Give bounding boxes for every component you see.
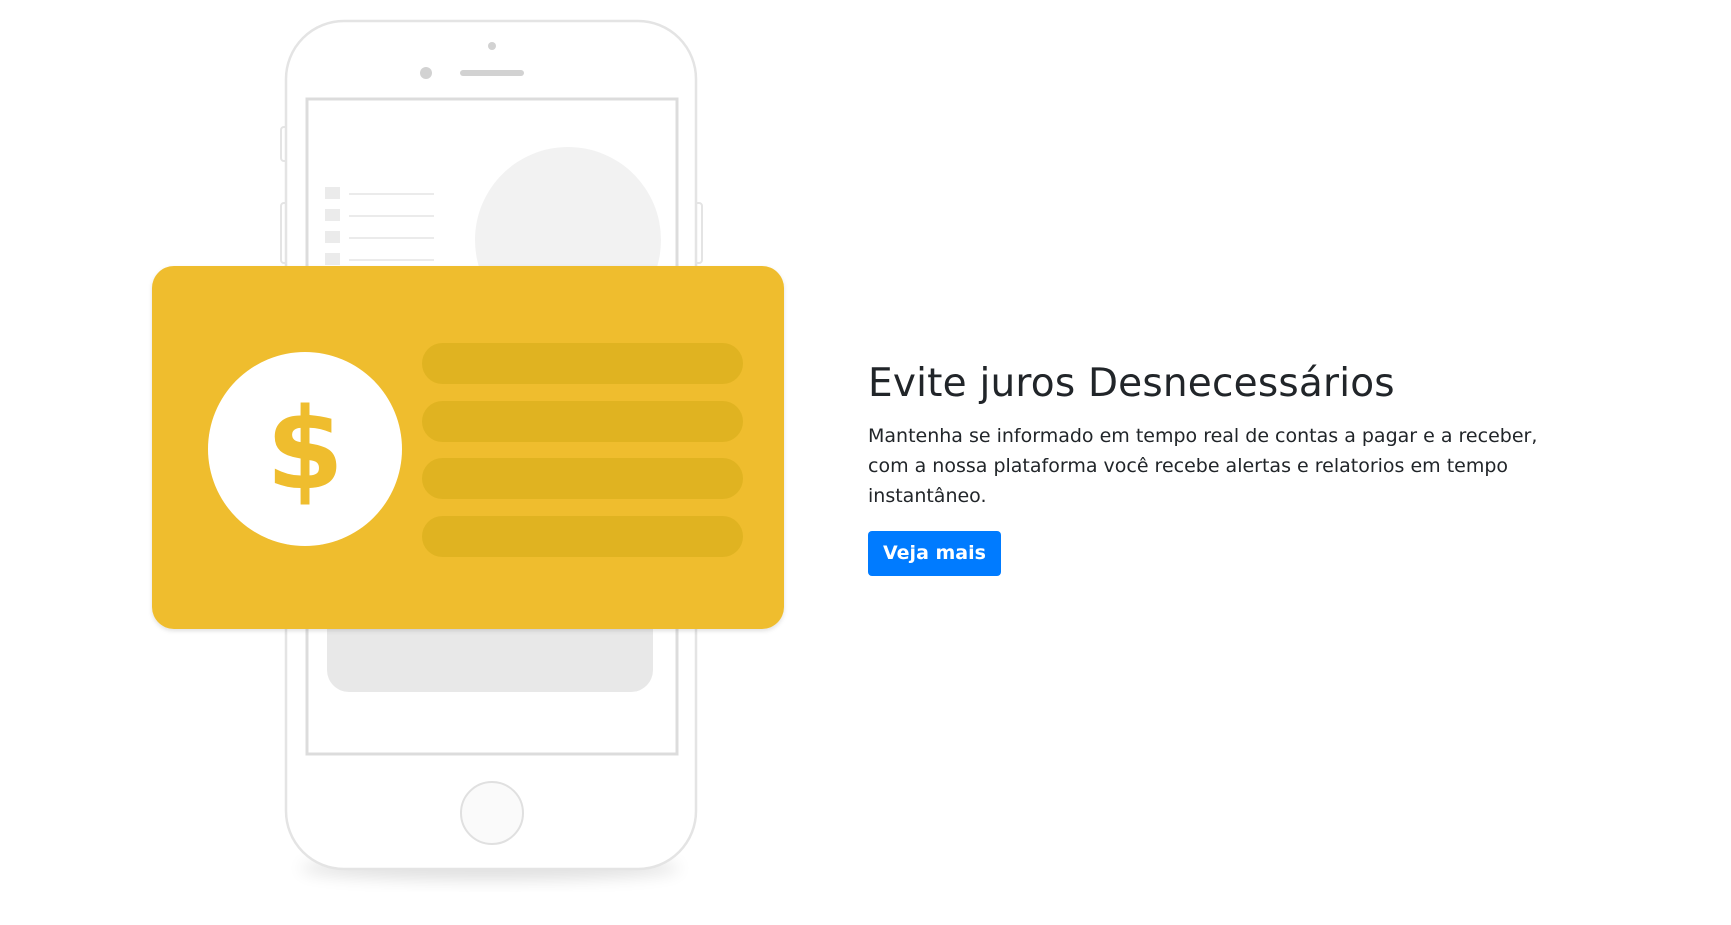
hero-content: Evite juros Desnecessários Mantenha se i… — [868, 361, 1568, 576]
hero-description: Mantenha se informado em tempo real de c… — [868, 424, 1538, 507]
veja-mais-button[interactable]: Veja mais — [868, 530, 1001, 576]
card-row — [422, 401, 743, 442]
card-row — [422, 516, 743, 557]
card-row — [422, 458, 743, 499]
phone-home-button — [460, 781, 524, 845]
phone-speaker — [460, 70, 524, 76]
phone-camera — [420, 67, 432, 79]
phone-sensor — [488, 42, 496, 50]
phone-payment-illustration: $ — [152, 19, 784, 880]
card-row — [422, 343, 743, 384]
dollar-sign-icon: $ — [266, 385, 344, 515]
hero-title: Evite juros Desnecessários — [868, 361, 1395, 406]
hero-section: $ Evite juros Desnecessários Mantenha se… — [0, 0, 1731, 925]
